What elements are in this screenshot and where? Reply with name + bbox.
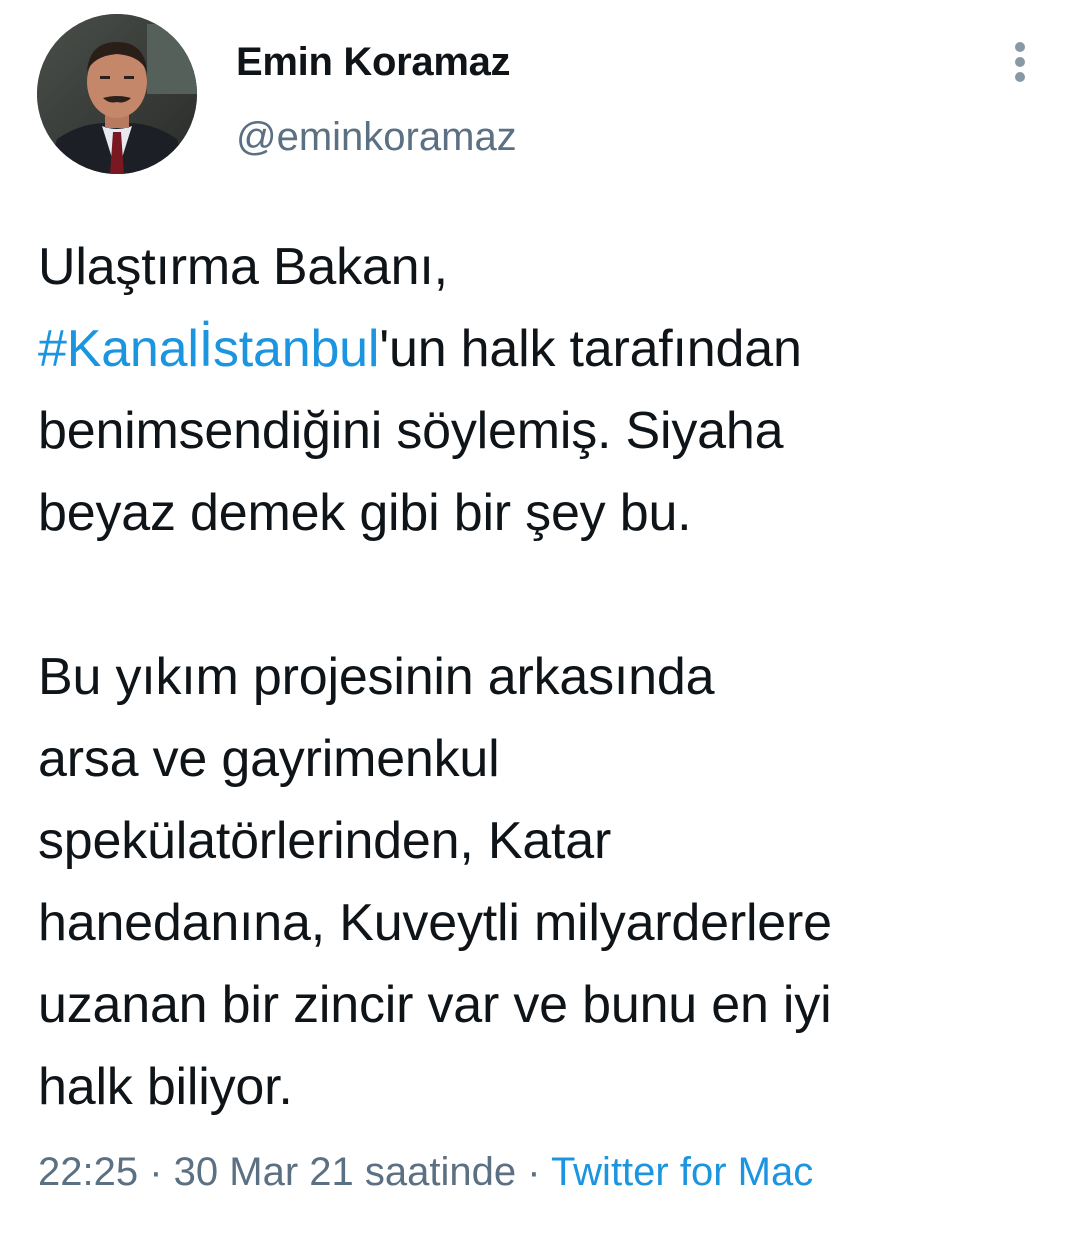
tweet-line: hanedanına, Kuveytli milyarderlere: [38, 894, 832, 952]
tweet-time[interactable]: 22:25: [38, 1150, 138, 1194]
tweet-card: Emin Koramaz @eminkoramaz Ulaştırma Baka…: [0, 0, 1080, 1234]
profile-photo-icon: [37, 14, 197, 174]
tweet-line: Ulaştırma Bakanı,: [38, 238, 448, 296]
vertical-dots-icon: [1015, 42, 1025, 52]
dot: [1015, 72, 1025, 82]
tweet-line: #Kanalİstanbul'un halk tarafından: [38, 308, 1048, 390]
tweet-text-segment: 'un halk tarafından: [379, 320, 802, 378]
tweet-line: beyaz demek gibi bir şey bu.: [38, 484, 692, 542]
tweet-line: benimsendiğini söylemiş. Siyaha: [38, 402, 784, 460]
separator: ·: [138, 1150, 174, 1194]
author-display-name[interactable]: Emin Koramaz: [236, 40, 511, 85]
tweet-line: spekülatörlerinden, Katar: [38, 812, 612, 870]
tweet-line: uzanan bir zincir var ve bunu en iyi: [38, 976, 832, 1034]
author-avatar[interactable]: [37, 14, 197, 174]
tweet-line: halk biliyor.: [38, 1058, 293, 1116]
tweet-line: Bu yıkım projesinin arkasında: [38, 648, 715, 706]
tweet-line: arsa ve gayrimenkul: [38, 730, 500, 788]
hashtag-link[interactable]: #Kanalİstanbul: [38, 320, 379, 378]
tweet-source-link[interactable]: Twitter for Mac: [551, 1150, 813, 1194]
more-options-button[interactable]: [1004, 40, 1036, 84]
tweet-text: Ulaştırma Bakanı, #Kanalİstanbul'un halk…: [38, 226, 1048, 1128]
tweet-date[interactable]: 30 Mar 21 saatinde: [174, 1150, 516, 1194]
author-handle[interactable]: @eminkoramaz: [236, 115, 517, 160]
separator: ·: [516, 1150, 551, 1194]
dot: [1015, 57, 1025, 67]
tweet-metadata: 22:25 · 30 Mar 21 saatinde · Twitter for…: [38, 1150, 813, 1195]
